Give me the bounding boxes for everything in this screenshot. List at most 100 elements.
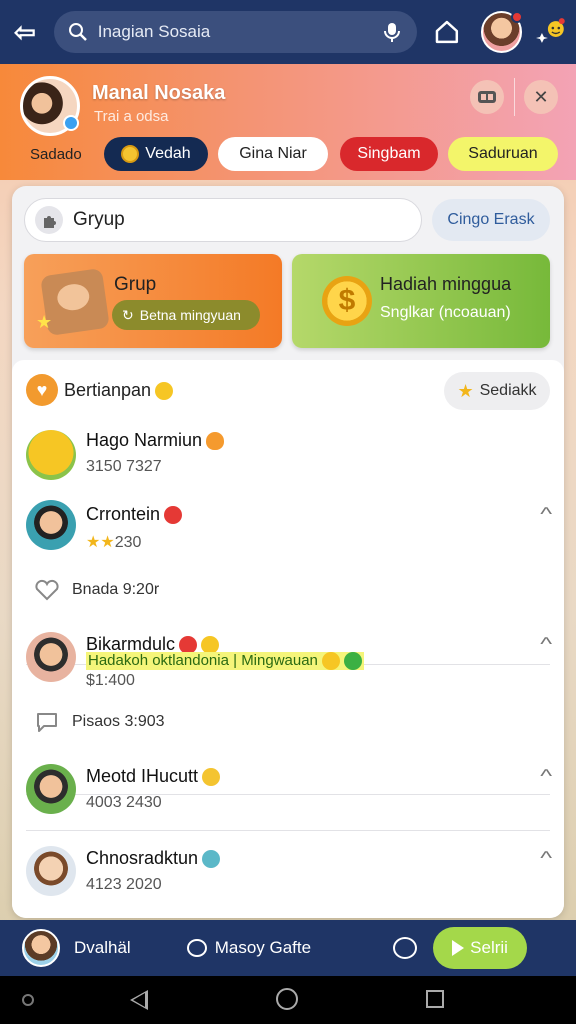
bottom-avatar[interactable] — [22, 929, 60, 967]
user-avatar — [26, 632, 76, 682]
stars-icon: ★★ — [86, 534, 115, 551]
puzzle-icon — [35, 206, 63, 234]
user-avatar — [26, 500, 76, 550]
list-item[interactable]: Meotd IHucutt 4003 2430 ^ — [12, 764, 564, 834]
drop-emoji-icon — [202, 850, 221, 869]
list-item[interactable]: Bikarmdulc Hadakoh oktlandonia | Mingwau… — [12, 632, 564, 752]
user-avatar — [26, 846, 76, 896]
chevron-up-icon[interactable]: ^ — [540, 766, 552, 787]
reward-card-subtitle: Snglkar (ncoauan) — [380, 304, 511, 321]
item-highlight: Hadakoh oktlandonia | Mingwauan — [86, 652, 364, 671]
item-name: Meotd IHucutt — [86, 766, 221, 787]
card-view-button[interactable] — [470, 80, 504, 114]
group-card-pill-label: Betna mingyuan — [139, 307, 241, 323]
verified-badge-icon — [63, 115, 79, 131]
egg-emoji-icon — [206, 432, 225, 451]
close-button[interactable]: ✕ — [524, 80, 558, 114]
item-name: Hago Narmiun — [86, 430, 225, 451]
user-avatar[interactable] — [480, 11, 524, 53]
heart-icon: ♥ — [26, 374, 58, 406]
list-header-button-label: Sediakk — [479, 382, 537, 399]
group-filter-button[interactable]: Cingo Erask — [432, 199, 550, 241]
item-name: Chnosradktun — [86, 848, 221, 869]
profile-name: Manal Nosaka — [92, 82, 226, 104]
green-arrow-emoji-icon — [343, 652, 362, 671]
list-item[interactable]: Hago Narmiun 3150 7327 — [12, 422, 564, 492]
chat-icon[interactable] — [393, 937, 418, 959]
group-card-pill[interactable]: ↻ Betna mingyuan — [112, 300, 260, 330]
nav-back-icon[interactable] — [130, 990, 148, 1010]
chat-button-label: Masoy Gafte — [214, 938, 312, 957]
search-bar[interactable] — [53, 11, 417, 53]
list-item[interactable]: Chnosradktun 4123 2020 ^ — [12, 846, 564, 916]
comment-action-label: Pisaos 3:903 — [72, 713, 165, 730]
send-button[interactable]: Selrii — [433, 927, 528, 969]
microphone-icon[interactable] — [381, 21, 403, 43]
search-input[interactable] — [97, 22, 381, 42]
group-card[interactable]: ★ Grup ↻ Betna mingyuan — [24, 254, 282, 348]
chevron-up-icon[interactable]: ^ — [540, 848, 552, 869]
chevron-up-icon[interactable]: ^ — [540, 504, 552, 525]
item-subtitle: 3150 7327 — [86, 458, 162, 475]
item-name: Crrontein — [86, 504, 183, 525]
main-panel: Gryup Cingo Erask ★ Grup ↻ Betna mingyuan… — [12, 186, 564, 918]
comment-action[interactable]: Pisaos 3:903 — [34, 710, 165, 734]
search-icon — [68, 23, 87, 41]
group-card-title: Grup — [114, 274, 157, 295]
item-subtitle: $1:400 — [86, 672, 135, 689]
profile-header: Manal Nosaka Trai a odsa ✕ Sadado Vedah … — [0, 64, 576, 180]
chip-label: Singbam — [357, 145, 421, 162]
list-header-button[interactable]: ★ Sediakk — [444, 372, 550, 410]
header-divider — [514, 78, 515, 116]
list-header-title: Bertianpan — [64, 380, 174, 401]
smile-emoji-icon — [155, 382, 174, 401]
nav-recents-icon[interactable] — [426, 990, 444, 1008]
send-icon — [452, 940, 465, 956]
weekly-reward-card[interactable]: $ Hadiah minggua Snglkar (ncoauan) — [292, 254, 550, 348]
refresh-icon: ↻ — [122, 306, 134, 323]
emoji-avatar — [26, 430, 76, 480]
nav-home-icon[interactable] — [276, 988, 298, 1010]
sparkle-emoji-icon[interactable] — [536, 17, 566, 47]
assistant-dot-icon[interactable] — [22, 994, 34, 1006]
top-app-bar: ⇦ — [0, 0, 576, 64]
coin-emoji-icon — [202, 768, 221, 787]
dollar-coin-icon: $ — [322, 276, 372, 326]
group-search-value: Gryup — [73, 209, 125, 230]
item-subtitle: 4123 2020 — [86, 876, 162, 893]
group-search-field[interactable]: Gryup — [24, 198, 422, 242]
notification-dot — [511, 11, 524, 23]
chip-vedah[interactable]: Vedah — [104, 137, 208, 171]
home-icon[interactable] — [433, 18, 461, 46]
chip-singbam[interactable]: Singbam — [340, 137, 438, 171]
coin-icon — [121, 145, 140, 163]
send-button-label: Selrii — [470, 938, 508, 957]
list-item[interactable]: Crrontein ★★230 ^ Bnada 9:20r — [12, 500, 564, 620]
item-subtitle: ★★230 — [86, 534, 142, 551]
close-icon: ✕ — [533, 86, 549, 107]
chevron-up-icon[interactable]: ^ — [540, 634, 552, 655]
bottom-user-name: Dvalhäl — [74, 938, 131, 957]
like-action[interactable]: Bnada 9:20r — [34, 578, 159, 602]
chip-label: Saduruan — [468, 145, 538, 162]
reward-card-title: Hadiah minggua — [380, 274, 512, 294]
comment-icon — [37, 713, 57, 732]
smile-emoji-icon — [321, 652, 340, 671]
card-icon — [478, 91, 496, 103]
chat-button[interactable]: Masoy Gafte — [186, 938, 312, 958]
item-subtitle: 4003 2430 — [86, 794, 162, 811]
back-arrow-icon[interactable]: ⇦ — [10, 17, 40, 47]
star-icon: ★ — [36, 312, 53, 332]
profile-avatar[interactable] — [20, 76, 80, 136]
candy-emoji-icon — [164, 506, 183, 525]
filter-chips: Sadado Vedah Gina Niar Singbam Saduruan — [0, 136, 576, 172]
chip-gina-niar[interactable]: Gina Niar — [218, 137, 328, 171]
chip-label: Vedah — [145, 145, 191, 162]
bottom-bar: Dvalhäl Masoy Gafte Selrii — [0, 920, 576, 976]
user-avatar — [26, 764, 76, 814]
chip-label: Gina Niar — [239, 145, 307, 162]
profile-subtitle: Trai a odsa — [94, 108, 169, 125]
chip-saduruan[interactable]: Saduruan — [448, 137, 558, 171]
filter-label: Sadado — [30, 146, 82, 163]
star-icon: ★ — [457, 380, 474, 401]
